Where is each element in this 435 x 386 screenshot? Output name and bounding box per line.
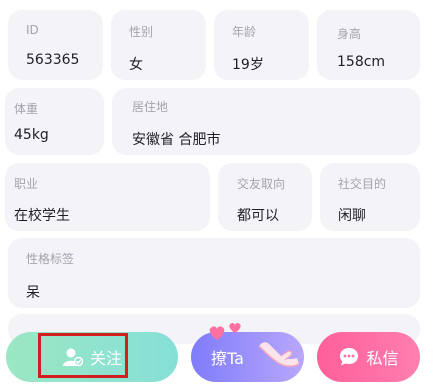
follow-label: 关注 — [89, 349, 122, 368]
id-value: 563365 — [26, 52, 80, 68]
flirt-label: 撩Ta — [211, 349, 244, 368]
purpose-label: 社交目的 — [338, 177, 387, 191]
card-residence: 居住地 安徽省 合肥市 — [112, 88, 420, 155]
gender-value: 女 — [129, 57, 143, 73]
card-age: 年龄 19岁 — [214, 10, 309, 80]
card-weight: 体重 45kg — [5, 88, 104, 155]
card-orientation: 交友取向 都可以 — [218, 163, 312, 231]
personality-label: 性格标签 — [26, 252, 75, 266]
card-purpose: 社交目的 闲聊 — [320, 163, 420, 231]
message-label: 私信 — [366, 349, 399, 368]
residence-value: 安徽省 合肥市 — [132, 132, 221, 148]
job-label: 职业 — [14, 177, 39, 191]
chat-bubble-icon — [338, 346, 360, 368]
height-value: 158cm — [337, 54, 386, 70]
purpose-value: 闲聊 — [338, 208, 366, 224]
weight-label: 体重 — [14, 102, 39, 116]
follow-button[interactable]: 关注 — [6, 332, 178, 382]
id-label: ID — [26, 23, 39, 37]
card-personality: 性格标签 呆 — [8, 238, 420, 308]
message-button[interactable]: 私信 — [317, 332, 420, 382]
card-job: 职业 在校学生 — [5, 163, 210, 231]
hand-icon — [257, 338, 301, 378]
card-height: 身高 158cm — [317, 10, 420, 80]
residence-label: 居住地 — [132, 100, 169, 114]
gender-label: 性别 — [129, 25, 154, 39]
card-id: ID 563365 — [8, 10, 103, 80]
card-gender: 性别 女 — [111, 10, 206, 80]
personality-value: 呆 — [26, 285, 40, 301]
job-value: 在校学生 — [14, 208, 70, 224]
age-value: 19岁 — [232, 57, 264, 73]
height-label: 身高 — [337, 27, 362, 41]
age-label: 年龄 — [232, 25, 257, 39]
orientation-value: 都可以 — [237, 208, 279, 224]
hearts-icon — [207, 320, 249, 346]
weight-value: 45kg — [14, 127, 49, 143]
orientation-label: 交友取向 — [237, 177, 286, 191]
user-follow-icon — [62, 347, 84, 367]
